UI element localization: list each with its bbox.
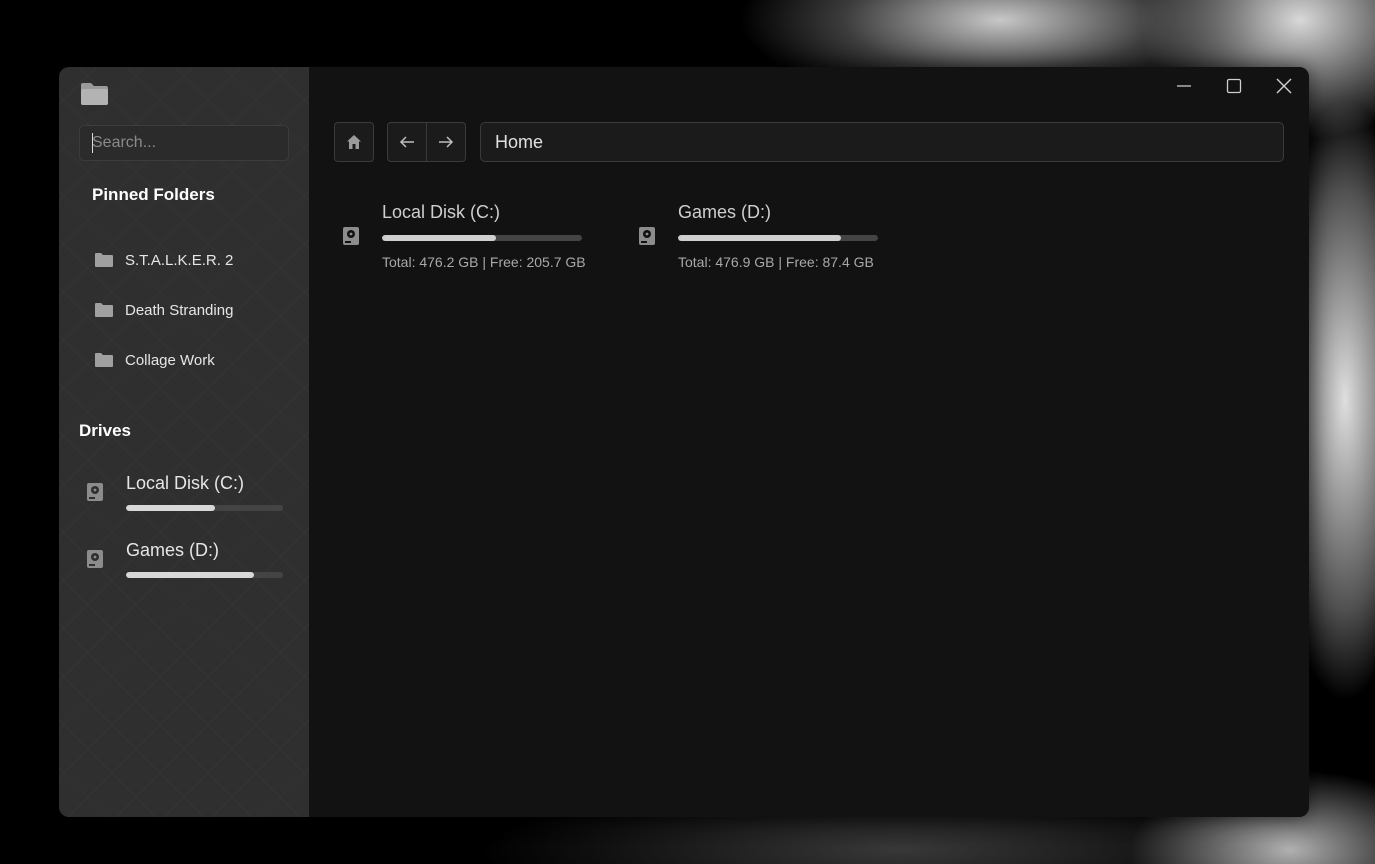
- forward-button[interactable]: [426, 122, 466, 162]
- pinned-folder-stalker-2[interactable]: S.T.A.L.K.E.R. 2: [95, 245, 233, 275]
- drive-name: Games (D:): [126, 540, 220, 560]
- address-bar[interactable]: Home: [480, 122, 1284, 162]
- sidebar-drive-d[interactable]: Games (D:): [87, 540, 287, 592]
- maximize-button[interactable]: [1209, 67, 1259, 105]
- minimize-icon: [1177, 85, 1191, 87]
- hard-drive-icon: [87, 483, 103, 501]
- folder-icon: [95, 353, 113, 367]
- minimize-button[interactable]: [1159, 67, 1209, 105]
- drive-usage-bar: [382, 235, 582, 241]
- file-explorer-window: Pinned Folders S.T.A.L.K.E.R. 2 Death St…: [59, 67, 1309, 817]
- close-icon: [1276, 78, 1292, 94]
- pinned-folder-death-stranding[interactable]: Death Stranding: [95, 295, 233, 325]
- back-button[interactable]: [387, 122, 427, 162]
- drive-name: Local Disk (C:): [382, 202, 501, 222]
- drive-card-c[interactable]: Local Disk (C:) Total: 476.2 GB | Free: …: [343, 200, 603, 280]
- pinned-folder-label: S.T.A.L.K.E.R. 2: [125, 251, 234, 269]
- drive-usage-bar: [126, 505, 283, 511]
- main-pane: Home Local Disk (C:) Total: 476.2 GB | F…: [309, 67, 1309, 817]
- drives-heading: Drives: [79, 421, 131, 440]
- drive-card-d[interactable]: Games (D:) Total: 476.9 GB | Free: 87.4 …: [639, 200, 899, 280]
- drive-capacity-text: Total: 476.9 GB | Free: 87.4 GB: [678, 254, 874, 270]
- drive-usage-bar: [126, 572, 283, 578]
- sidebar-drive-c[interactable]: Local Disk (C:): [87, 473, 287, 525]
- drive-name: Games (D:): [678, 202, 772, 222]
- arrow-left-icon: [399, 136, 414, 148]
- home-icon: [347, 135, 361, 149]
- drive-capacity-text: Total: 476.2 GB | Free: 205.7 GB: [382, 254, 586, 270]
- drive-name: Local Disk (C:): [126, 473, 245, 493]
- hard-drive-icon: [639, 227, 655, 245]
- home-button[interactable]: [334, 122, 374, 162]
- close-button[interactable]: [1259, 67, 1309, 105]
- pinned-folder-label: Death Stranding: [125, 301, 234, 319]
- arrow-right-icon: [439, 136, 454, 148]
- drive-usage-fill: [126, 505, 216, 511]
- pinned-folders-heading: Pinned Folders: [92, 185, 215, 204]
- pinned-folder-collage-work[interactable]: Collage Work: [95, 345, 215, 375]
- folder-icon: [81, 83, 108, 105]
- address-text: Home: [495, 131, 544, 152]
- pinned-folder-label: Collage Work: [125, 351, 215, 369]
- text-caret: [92, 133, 93, 153]
- drive-usage-fill: [678, 235, 842, 241]
- hard-drive-icon: [87, 550, 103, 568]
- drive-usage-fill: [382, 235, 496, 241]
- drive-usage-fill: [126, 572, 255, 578]
- search-input[interactable]: [79, 125, 289, 161]
- sidebar: Pinned Folders S.T.A.L.K.E.R. 2 Death St…: [59, 67, 309, 817]
- folder-icon: [95, 253, 113, 267]
- hard-drive-icon: [343, 227, 359, 245]
- folder-icon: [95, 303, 113, 317]
- drive-usage-bar: [678, 235, 878, 241]
- maximize-icon: [1226, 78, 1242, 94]
